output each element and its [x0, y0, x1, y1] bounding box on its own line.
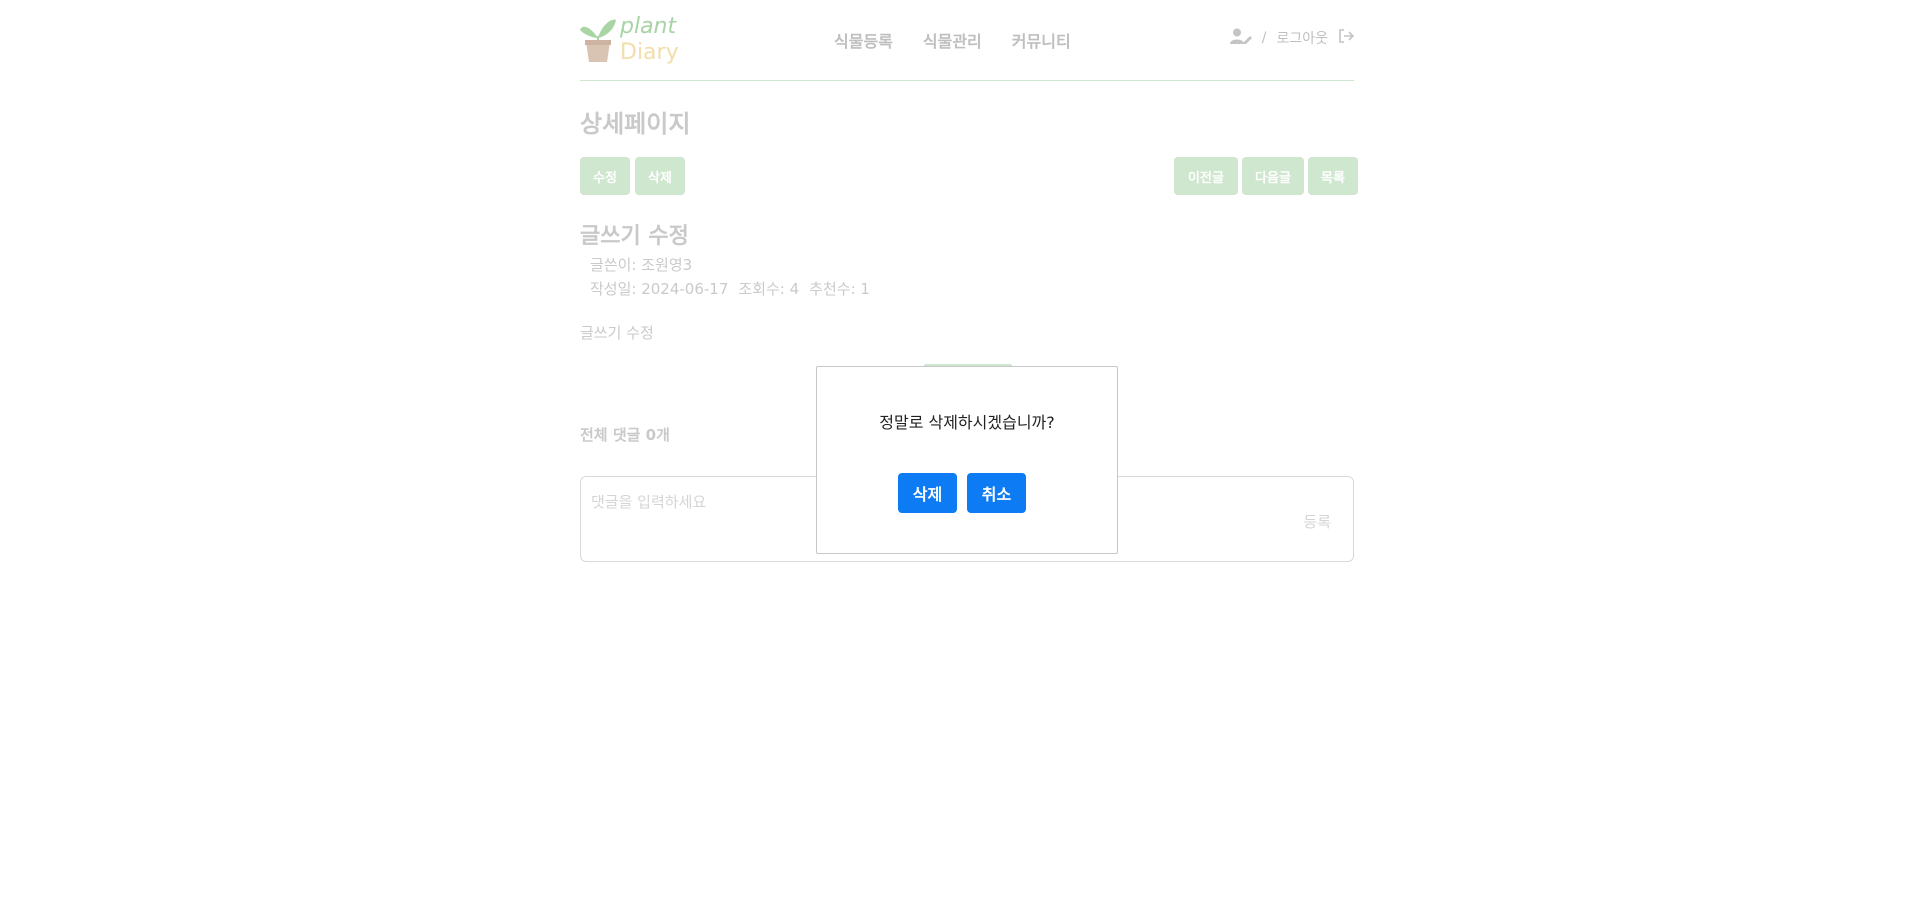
user-edit-icon[interactable]	[1229, 28, 1252, 48]
site-logo[interactable]: plant Diary	[580, 14, 690, 66]
next-post-button[interactable]: 다음글	[1242, 157, 1304, 195]
user-bar: / 로그아웃	[1229, 28, 1355, 48]
logo-text-plant: plant	[620, 14, 677, 39]
post-recommends: 추천수: 1	[809, 280, 870, 298]
userbar-separator: /	[1261, 30, 1267, 46]
comment-count: 전체 댓글 0개	[580, 426, 670, 444]
comment-placeholder[interactable]: 댓글을 입력하세요	[591, 491, 706, 512]
nav-plant-manage[interactable]: 식물관리	[923, 28, 982, 52]
comment-submit-button[interactable]: 등록	[1303, 511, 1331, 532]
page: plant Diary 식물등록 식물관리 커뮤니티 / 로그아웃 상세페이지 …	[0, 0, 1920, 911]
dialog-message: 정말로 삭제하시겠습니까?	[879, 413, 1055, 432]
post-author: 글쓴이: 조원영3	[590, 256, 693, 274]
cancel-button[interactable]: 취소	[967, 473, 1026, 513]
nav-community[interactable]: 커뮤니티	[1012, 28, 1071, 52]
confirm-delete-dialog: 정말로 삭제하시겠습니까? 삭제 취소	[816, 366, 1118, 554]
delete-button[interactable]: 삭제	[635, 157, 685, 195]
list-button[interactable]: 목록	[1308, 157, 1358, 195]
nav-plant-register[interactable]: 식물등록	[834, 28, 893, 52]
main-nav: 식물등록 식물관리 커뮤니티	[834, 28, 1071, 52]
post-action-bar: 수정 삭제 이전글 다음글 목록	[580, 157, 1358, 195]
edit-button[interactable]: 수정	[580, 157, 630, 195]
content: plant Diary 식물등록 식물관리 커뮤니티 / 로그아웃 상세페이지 …	[580, 0, 1358, 562]
logo-text-diary: Diary	[620, 40, 679, 65]
post-meta: 작성일: 2024-06-17 조회수: 4 추천수: 1	[590, 278, 870, 299]
sprout-pot-icon	[580, 19, 616, 62]
sign-out-icon[interactable]	[1338, 28, 1355, 48]
prev-post-button[interactable]: 이전글	[1174, 157, 1238, 195]
post-title: 글쓰기 수정	[580, 224, 689, 249]
page-title: 상세페이지	[580, 110, 691, 138]
confirm-delete-button[interactable]: 삭제	[898, 473, 957, 513]
post-views: 조회수: 4	[738, 280, 800, 298]
site-header: plant Diary 식물등록 식물관리 커뮤니티 / 로그아웃	[580, 0, 1355, 81]
logout-link[interactable]: 로그아웃	[1276, 28, 1328, 48]
post-body: 글쓰기 수정	[580, 324, 654, 342]
post-date: 작성일: 2024-06-17	[590, 280, 729, 298]
